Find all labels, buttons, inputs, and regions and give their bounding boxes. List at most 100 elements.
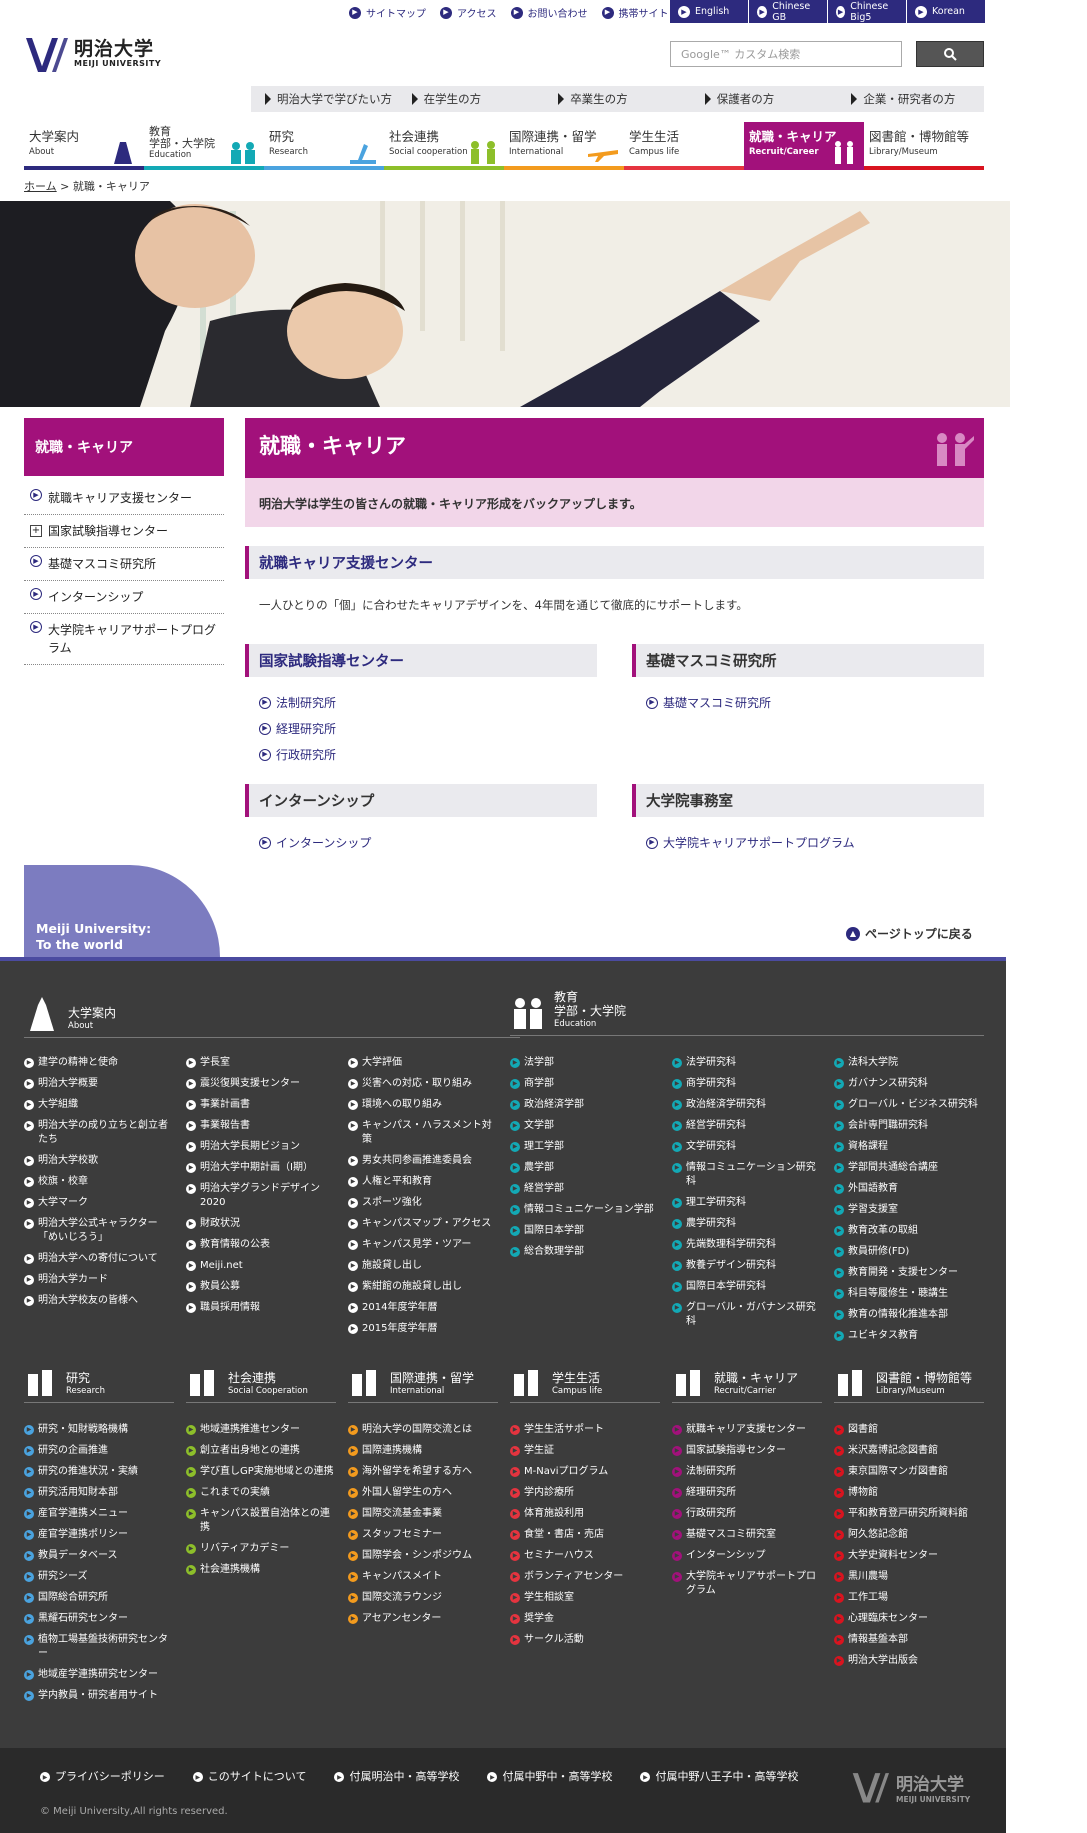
footer-link[interactable]: ▶ 総合数理学部 bbox=[510, 1245, 660, 1259]
footer-link[interactable]: ▶ 教育の情報化推進本部 bbox=[834, 1308, 984, 1322]
footer-link[interactable]: ▶ 地域連携推進センター bbox=[186, 1423, 336, 1437]
audience-business[interactable]: 企業・研究者の方 bbox=[837, 86, 984, 112]
footer-heading-research[interactable]: 研究 Research bbox=[24, 1366, 174, 1403]
footer-link[interactable]: ▶ グローバル・ガバナンス研究科 bbox=[672, 1301, 822, 1329]
nav-tab-research[interactable]: 研究 Research bbox=[264, 122, 384, 170]
footer-link[interactable]: ▶ 研究シーズ bbox=[24, 1570, 174, 1584]
footer-link[interactable]: ▶ 明治大学グランドデザイン2020 bbox=[186, 1182, 336, 1210]
nav-tab-about[interactable]: 大学案内 About bbox=[24, 122, 144, 170]
footer-link[interactable]: ▶ 先端数理科学研究科 bbox=[672, 1238, 822, 1252]
footer-link[interactable]: ▶ 財政状況 bbox=[186, 1217, 336, 1231]
footer-link[interactable]: ▶ 図書館 bbox=[834, 1423, 984, 1437]
breadcrumb-home[interactable]: ホーム bbox=[24, 180, 57, 193]
footer-link[interactable]: ▶ 国際総合研究所 bbox=[24, 1591, 174, 1605]
footer-link[interactable]: ▶ 海外留学を希望する方へ bbox=[348, 1465, 498, 1479]
footer-link[interactable]: ▶ 環境への取り組み bbox=[348, 1098, 498, 1112]
footer-link[interactable]: ▶ 理工学研究科 bbox=[672, 1196, 822, 1210]
footer-link[interactable]: ▶ 教員公募 bbox=[186, 1280, 336, 1294]
footer-heading-campus-life[interactable]: 学生生活 Campus life bbox=[510, 1366, 660, 1403]
footer-link[interactable]: ▶ 研究の企画推進 bbox=[24, 1444, 174, 1458]
sidebar-item-exam-center[interactable]: + 国家試験指導センター bbox=[24, 515, 224, 548]
footer-heading-about[interactable]: 大学案内 About bbox=[24, 997, 520, 1038]
footer-heading-international[interactable]: 国際連携・留学 International bbox=[348, 1366, 498, 1403]
footer-link[interactable]: ▶ 文学研究科 bbox=[672, 1140, 822, 1154]
footer-link[interactable]: ▶ 震災復興支援センター bbox=[186, 1077, 336, 1091]
footer-link[interactable]: ▶ 研究の推進状況・実績 bbox=[24, 1465, 174, 1479]
footer-link[interactable]: ▶ リバティアカデミー bbox=[186, 1542, 336, 1556]
nav-tab-career[interactable]: 就職・キャリア Recruit/Career bbox=[744, 122, 864, 170]
footer-link[interactable]: ▶ 大学組織 bbox=[24, 1098, 174, 1112]
footer-link[interactable]: ▶ スポーツ強化 bbox=[348, 1196, 498, 1210]
footer-link[interactable]: ▶ 紫紺館の施設貸し出し bbox=[348, 1280, 498, 1294]
footer-link[interactable]: ▶ これまでの実績 bbox=[186, 1486, 336, 1500]
nav-tab-education[interactable]: 教育 学部・大学院 Education bbox=[144, 122, 264, 170]
footer-link[interactable]: ▶ 明治大学校歌 bbox=[24, 1154, 174, 1168]
mobile-site-link[interactable]: ▶ 携帯サイト bbox=[601, 5, 669, 20]
footer-link[interactable]: ▶ 黒川農場 bbox=[834, 1570, 984, 1584]
nav-tab-international[interactable]: 国際連携・留学 International bbox=[504, 122, 624, 170]
footer-link[interactable]: ▶ ユビキタス教育 bbox=[834, 1329, 984, 1343]
link-mass-comm[interactable]: ▶ 基礎マスコミ研究所 bbox=[646, 694, 984, 711]
footer-link[interactable]: ▶ 基礎マスコミ研究室 bbox=[672, 1528, 822, 1542]
footer-link[interactable]: ▶ ガバナンス研究科 bbox=[834, 1077, 984, 1091]
footer-link[interactable]: ▶ ボランティアセンター bbox=[510, 1570, 660, 1584]
footer-link[interactable]: ▶ 2015年度学年暦 bbox=[348, 1322, 498, 1336]
footer-link[interactable]: ▶ 明治大学の成り立ちと創立者たち bbox=[24, 1119, 174, 1147]
footer-link[interactable]: ▶ 産官学連携ポリシー bbox=[24, 1528, 174, 1542]
footer-link[interactable]: ▶ 学内診療所 bbox=[510, 1486, 660, 1500]
footer-link[interactable]: ▶ 明治大学概要 bbox=[24, 1077, 174, 1091]
footer-link[interactable]: ▶ 資格課程 bbox=[834, 1140, 984, 1154]
section-title[interactable]: 就職キャリア支援センター bbox=[245, 546, 984, 579]
link-grad-career-program[interactable]: ▶ 大学院キャリアサポートプログラム bbox=[646, 834, 984, 851]
sidebar-item-career-center[interactable]: ▶ 就職キャリア支援センター bbox=[24, 482, 224, 515]
footer-link[interactable]: ▶ 科目等履修生・聴講生 bbox=[834, 1287, 984, 1301]
footer-link[interactable]: ▶ 法制研究所 bbox=[672, 1465, 822, 1479]
footer-link[interactable]: ▶ 学生相談室 bbox=[510, 1591, 660, 1605]
lang-chinese-big5[interactable]: ▶ Chinese Big5 bbox=[828, 0, 906, 23]
hachioji-hs-link[interactable]: ▶ 付属中野八王子中・高等学校 bbox=[640, 1768, 798, 1784]
footer-link[interactable]: ▶ 社会連携機構 bbox=[186, 1563, 336, 1577]
footer-link[interactable]: ▶ 事業計画書 bbox=[186, 1098, 336, 1112]
footer-link[interactable]: ▶ 校旗・校章 bbox=[24, 1175, 174, 1189]
sitemap-link[interactable]: ▶ サイトマップ bbox=[349, 5, 426, 20]
lang-chinese-gb[interactable]: ▶ Chinese GB bbox=[749, 0, 827, 23]
footer-link[interactable]: ▶ 情報コミュニケーション学部 bbox=[510, 1203, 660, 1217]
footer-link[interactable]: ▶ 国際日本学研究科 bbox=[672, 1280, 822, 1294]
footer-link[interactable]: ▶ 米沢嘉博記念図書館 bbox=[834, 1444, 984, 1458]
footer-link[interactable]: ▶ Meiji.net bbox=[186, 1259, 336, 1273]
footer-link[interactable]: ▶ 大学マーク bbox=[24, 1196, 174, 1210]
lang-korean[interactable]: ▶ Korean bbox=[907, 0, 985, 23]
footer-link[interactable]: ▶ 研究活用知財本部 bbox=[24, 1486, 174, 1500]
link-admin-institute[interactable]: ▶ 行政研究所 bbox=[259, 746, 597, 763]
footer-link[interactable]: ▶ 奨学金 bbox=[510, 1612, 660, 1626]
nav-tab-library[interactable]: 図書館・博物館等 Library/Museum bbox=[864, 122, 984, 170]
search-button[interactable] bbox=[916, 41, 984, 67]
footer-link[interactable]: ▶ 職員採用情報 bbox=[186, 1301, 336, 1315]
to-the-world-banner[interactable]: Meiji University: To the world bbox=[24, 865, 220, 957]
footer-link[interactable]: ▶ 理工学部 bbox=[510, 1140, 660, 1154]
nav-tab-campus-life[interactable]: 学生生活 Campus life bbox=[624, 122, 744, 170]
link-law-institute[interactable]: ▶ 法制研究所 bbox=[259, 694, 597, 711]
sidebar-title[interactable]: 就職・キャリア bbox=[24, 418, 224, 476]
footer-link[interactable]: ▶ 教員データベース bbox=[24, 1549, 174, 1563]
footer-link[interactable]: ▶ 植物工場基盤技術研究センター bbox=[24, 1633, 174, 1661]
footer-link[interactable]: ▶ 食堂・書店・売店 bbox=[510, 1528, 660, 1542]
footer-link[interactable]: ▶ 政治経済学部 bbox=[510, 1098, 660, 1112]
footer-link[interactable]: ▶ 男女共同参画推進委員会 bbox=[348, 1154, 498, 1168]
footer-link[interactable]: ▶ 大学史資料センター bbox=[834, 1549, 984, 1563]
footer-link[interactable]: ▶ 施設貸し出し bbox=[348, 1259, 498, 1273]
footer-link[interactable]: ▶ 経営学部 bbox=[510, 1182, 660, 1196]
footer-link[interactable]: ▶ 体育施設利用 bbox=[510, 1507, 660, 1521]
footer-link[interactable]: ▶ 学長室 bbox=[186, 1056, 336, 1070]
footer-link[interactable]: ▶ 法科大学院 bbox=[834, 1056, 984, 1070]
footer-link[interactable]: ▶ 地域産学連携研究センター bbox=[24, 1668, 174, 1682]
footer-heading-recruit-carrier[interactable]: 就職・キャリア Recruit/Carrier bbox=[672, 1366, 822, 1403]
footer-heading-library-museum[interactable]: 図書館・博物館等 Library/Museum bbox=[834, 1366, 984, 1403]
nav-tab-social[interactable]: 社会連携 Social cooperation bbox=[384, 122, 504, 170]
privacy-link[interactable]: ▶ プライバシーポリシー bbox=[40, 1768, 165, 1784]
section-title[interactable]: 国家試験指導センター bbox=[245, 644, 597, 677]
audience-prospective[interactable]: 明治大学で学びたい方 bbox=[251, 86, 398, 112]
footer-link[interactable]: ▶ 平和教育登戸研究所資料館 bbox=[834, 1507, 984, 1521]
footer-link[interactable]: ▶ M-Naviプログラム bbox=[510, 1465, 660, 1479]
footer-link[interactable]: ▶ グローバル・ビジネス研究科 bbox=[834, 1098, 984, 1112]
